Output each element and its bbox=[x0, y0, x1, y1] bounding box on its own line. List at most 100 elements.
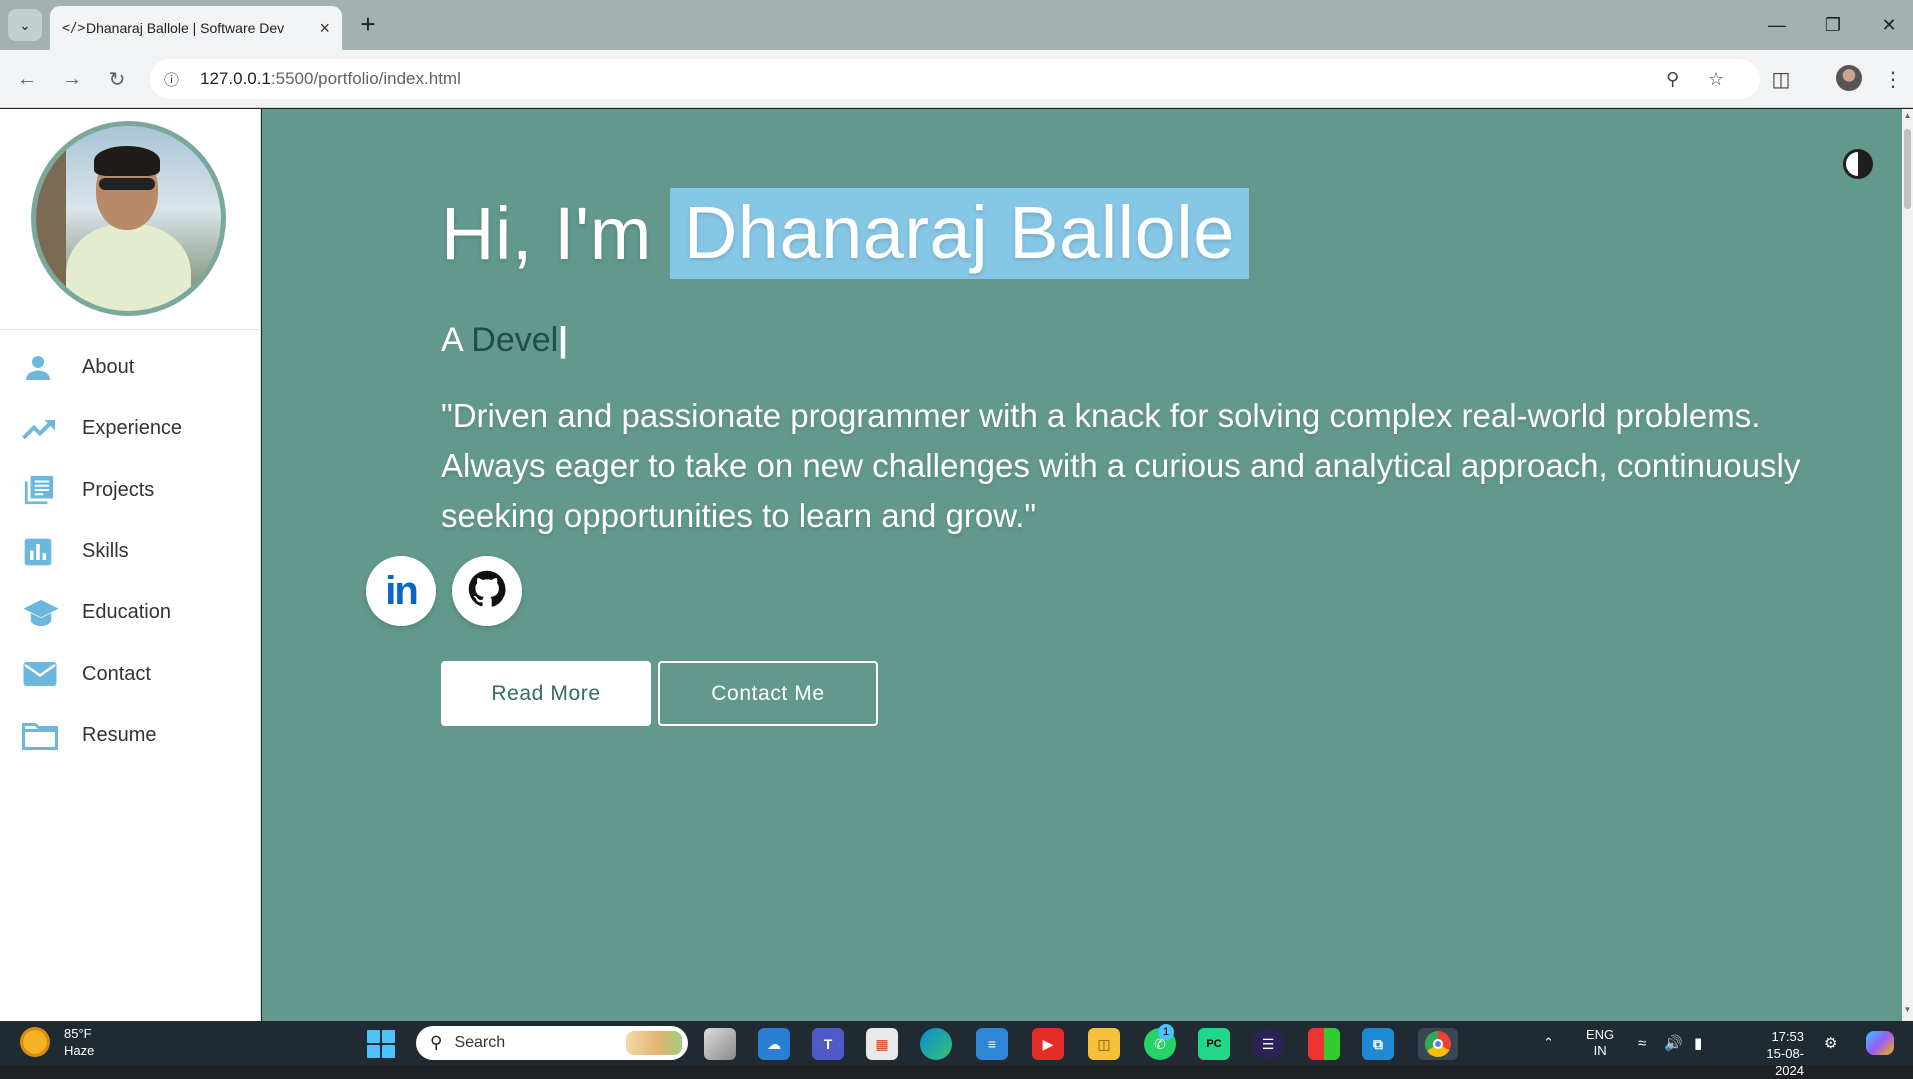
folder-icon bbox=[22, 718, 62, 752]
person-icon bbox=[22, 351, 62, 385]
scrollbar-thumb[interactable] bbox=[1904, 129, 1911, 209]
windows-taskbar: 85°F Haze ⚲ Search ☁ T ▦ ≡ ▶ ◫ ✆ 1 PC ☰ … bbox=[0, 1021, 1913, 1078]
taskbar-search[interactable]: ⚲ Search bbox=[416, 1026, 688, 1060]
scroll-up-icon[interactable]: ▲ bbox=[1902, 111, 1913, 125]
color-app-icon[interactable] bbox=[1308, 1028, 1340, 1060]
contact-me-button[interactable]: Contact Me bbox=[658, 661, 878, 726]
tab-search-button[interactable]: ⌄ bbox=[8, 9, 42, 41]
sidebar-divider bbox=[0, 329, 261, 330]
hero-heading: Hi, I'm Dhanaraj Ballole bbox=[441, 187, 1249, 279]
clock-date: 15-08-2024 bbox=[1766, 1046, 1804, 1078]
role-prefix: A bbox=[441, 321, 462, 359]
browser-toolbar: ← → ↻ ⓘ 127.0.0.1:5500/portfolio/index.h… bbox=[0, 50, 1913, 108]
url-text: 127.0.0.1:5500/portfolio/index.html bbox=[200, 69, 461, 88]
search-highlight-icon bbox=[626, 1031, 682, 1055]
forward-button[interactable]: → bbox=[55, 62, 89, 96]
zoom-icon[interactable]: ⚲ bbox=[1666, 59, 1679, 99]
code-icon: </> bbox=[62, 20, 86, 36]
scroll-down-icon[interactable]: ▼ bbox=[1902, 1005, 1913, 1019]
widgets-app-icon[interactable]: ☁ bbox=[758, 1028, 790, 1060]
hero-greeting: Hi, I'm bbox=[441, 191, 652, 275]
mail-icon bbox=[22, 657, 62, 691]
sidebar-item-label: Skills bbox=[82, 540, 129, 563]
hero-quote: "Driven and passionate programmer with a… bbox=[441, 397, 1801, 534]
typing-caret: | bbox=[558, 321, 568, 359]
close-window-button[interactable]: ✕ bbox=[1861, 0, 1913, 50]
vscode-icon[interactable]: ⧉ bbox=[1362, 1028, 1394, 1060]
theme-toggle-icon[interactable] bbox=[1843, 149, 1873, 179]
graduation-cap-icon bbox=[22, 596, 62, 630]
bookmark-star-icon[interactable]: ☆ bbox=[1708, 59, 1724, 99]
search-icon: ⚲ bbox=[430, 1033, 443, 1052]
sidebar-item-about[interactable]: About bbox=[0, 337, 261, 398]
clock-time: 17:53 bbox=[1771, 1029, 1804, 1044]
whatsapp-badge: 1 bbox=[1158, 1024, 1174, 1040]
notepad-icon[interactable]: ≡ bbox=[976, 1028, 1008, 1060]
library-books-icon bbox=[22, 473, 62, 507]
eclipse-icon[interactable]: ☰ bbox=[1252, 1028, 1284, 1060]
teams-icon[interactable]: T bbox=[812, 1028, 844, 1060]
sidebar-item-label: Education bbox=[82, 601, 171, 624]
role-typed-text: Devel bbox=[471, 321, 559, 359]
sidebar-item-label: Resume bbox=[82, 723, 157, 746]
sidebar-item-label: Projects bbox=[82, 478, 155, 501]
profile-avatar[interactable] bbox=[1836, 65, 1862, 91]
language-indicator[interactable]: ENG IN bbox=[1586, 1021, 1614, 1065]
sidebar-item-projects[interactable]: Projects bbox=[0, 460, 261, 521]
pycharm-icon[interactable]: PC bbox=[1198, 1028, 1230, 1060]
sidebar-item-skills[interactable]: Skills bbox=[0, 521, 261, 582]
reload-button[interactable]: ↻ bbox=[100, 62, 134, 96]
address-bar[interactable]: ⓘ 127.0.0.1:5500/portfolio/index.html ⚲ … bbox=[150, 59, 1760, 99]
chevron-down-icon: ⌄ bbox=[19, 16, 31, 33]
github-link[interactable] bbox=[452, 556, 522, 626]
sidebar-item-label: Contact bbox=[82, 662, 151, 685]
sidebar: About Experience Projects Skills Educati… bbox=[0, 109, 261, 1021]
linkedin-icon: in bbox=[385, 568, 419, 613]
browser-tab-strip: ⌄ </> Dhanaraj Ballole | Software Dev × … bbox=[0, 0, 1913, 50]
restore-button[interactable]: ❐ bbox=[1805, 0, 1861, 50]
copilot-icon[interactable] bbox=[1866, 1021, 1894, 1065]
linkedin-link[interactable]: in bbox=[366, 556, 436, 626]
extensions-icon[interactable]: ◫ bbox=[1766, 64, 1796, 94]
edge-browser-icon[interactable] bbox=[920, 1028, 952, 1060]
back-button[interactable]: ← bbox=[10, 62, 44, 96]
wifi-icon[interactable]: ≈ bbox=[1638, 1021, 1646, 1065]
page-scrollbar[interactable]: ▲ ▼ bbox=[1902, 109, 1913, 1021]
sidebar-item-experience[interactable]: Experience bbox=[0, 398, 261, 459]
github-icon bbox=[468, 570, 506, 613]
hero-section: Hi, I'm Dhanaraj Ballole A Devel| "Drive… bbox=[262, 109, 1902, 1021]
more-menu-icon[interactable]: ⋮ bbox=[1878, 64, 1908, 94]
weather-desc: Haze bbox=[64, 1043, 95, 1058]
weather-haze-icon bbox=[20, 1027, 50, 1057]
windows-start-icon[interactable] bbox=[367, 1030, 395, 1058]
hero-name: Dhanaraj Ballole bbox=[669, 187, 1249, 279]
site-info-icon[interactable]: ⓘ bbox=[164, 69, 200, 90]
minimize-button[interactable]: — bbox=[1749, 0, 1805, 50]
battery-icon[interactable]: ▮ bbox=[1694, 1021, 1702, 1065]
volume-icon[interactable]: 🔊 bbox=[1664, 1021, 1683, 1065]
show-hidden-icons[interactable]: ⌃ bbox=[1543, 1021, 1554, 1065]
chrome-icon[interactable] bbox=[1418, 1028, 1458, 1060]
trending-up-icon bbox=[22, 412, 62, 446]
bar-chart-icon bbox=[22, 535, 62, 569]
close-tab-icon[interactable]: × bbox=[319, 18, 330, 39]
sidebar-item-education[interactable]: Education bbox=[0, 582, 261, 643]
microsoft-store-icon[interactable]: ▦ bbox=[866, 1028, 898, 1060]
sidebar-item-label: About bbox=[82, 356, 135, 379]
weather-temp: 85°F bbox=[64, 1026, 92, 1041]
profile-photo bbox=[31, 121, 226, 316]
taskbar-clock[interactable]: 17:53 15-08-2024 bbox=[1738, 1028, 1804, 1079]
sidebar-item-resume[interactable]: Resume bbox=[0, 705, 261, 766]
browser-tab-active[interactable]: </> Dhanaraj Ballole | Software Dev × bbox=[50, 6, 342, 50]
hero-role: A Devel| bbox=[441, 321, 568, 360]
file-explorer-icon[interactable]: ◫ bbox=[1088, 1028, 1120, 1060]
new-tab-button[interactable]: + bbox=[352, 10, 384, 40]
task-view-icon[interactable] bbox=[704, 1028, 736, 1060]
youtube-icon[interactable]: ▶ bbox=[1032, 1028, 1064, 1060]
sidebar-nav: About Experience Projects Skills Educati… bbox=[0, 337, 261, 766]
weather-widget[interactable]: 85°F Haze bbox=[20, 1025, 94, 1059]
read-more-button[interactable]: Read More bbox=[441, 661, 651, 726]
sidebar-item-contact[interactable]: Contact bbox=[0, 643, 261, 704]
notification-icon[interactable]: ⚙ bbox=[1824, 1021, 1837, 1065]
taskbar-search-label: Search bbox=[454, 1034, 506, 1051]
